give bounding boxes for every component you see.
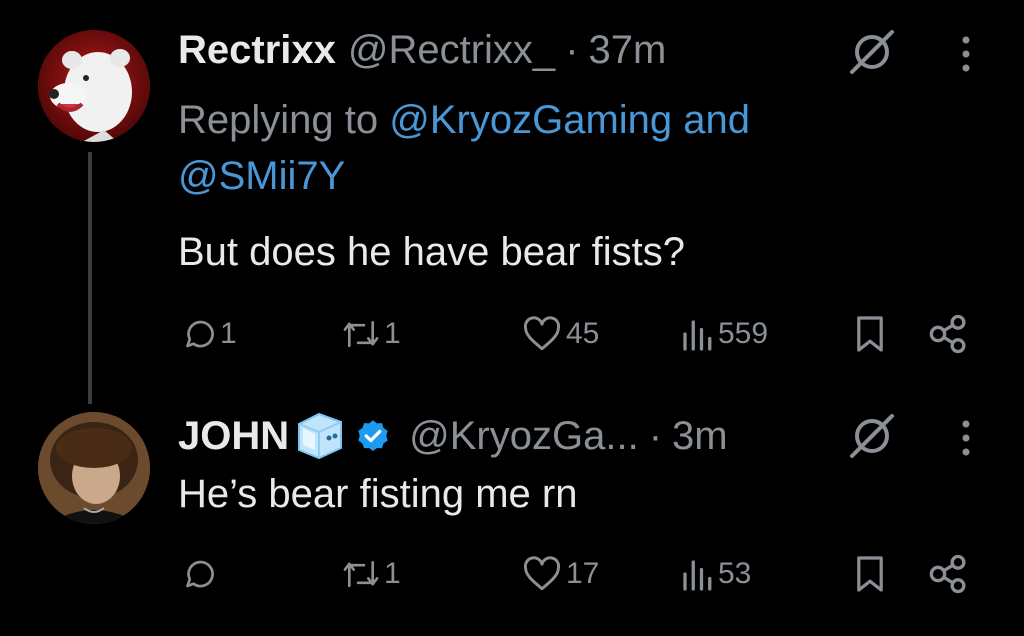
avatar-rectrixx[interactable] bbox=[38, 30, 150, 142]
reply-icon bbox=[186, 560, 214, 588]
separator-dot: · bbox=[648, 413, 663, 458]
reply-button[interactable] bbox=[180, 556, 220, 592]
tweet-header: JOHN @KryozGa... · 3m bbox=[178, 412, 728, 460]
replying-joiner: and bbox=[683, 98, 751, 142]
avatar-john[interactable] bbox=[38, 412, 150, 524]
mention-link[interactable]: @KryozGaming bbox=[389, 98, 672, 142]
thread-connector-line bbox=[88, 152, 92, 404]
tweet-text: He’s bear fisting me rn bbox=[178, 472, 578, 516]
retweet-count: 1 bbox=[384, 557, 401, 590]
replying-to: Replying to @KryozGaming and @SMii7Y bbox=[178, 92, 938, 204]
like-count: 17 bbox=[566, 557, 600, 590]
share-icon[interactable] bbox=[926, 554, 970, 594]
retweet-button[interactable]: 1 bbox=[342, 556, 401, 592]
replying-prefix: Replying to bbox=[178, 98, 379, 142]
views-icon bbox=[683, 320, 712, 351]
retweet-icon bbox=[343, 320, 379, 348]
views-icon bbox=[683, 560, 712, 591]
polar-bear-avatar-icon bbox=[38, 30, 150, 142]
bookmark-icon[interactable] bbox=[854, 314, 886, 354]
retweet-icon bbox=[343, 560, 379, 588]
tweet-text: But does he have bear fists? bbox=[178, 230, 685, 274]
separator-dot: · bbox=[565, 27, 579, 72]
mention-link[interactable]: @SMii7Y bbox=[178, 154, 345, 198]
like-button[interactable]: 45 bbox=[522, 316, 599, 352]
timestamp[interactable]: 3m bbox=[672, 414, 728, 459]
retweet-count: 1 bbox=[384, 317, 401, 350]
grok-icon[interactable] bbox=[848, 28, 896, 76]
like-count: 45 bbox=[566, 317, 600, 350]
grok-icon[interactable] bbox=[848, 412, 896, 460]
bookmark-icon[interactable] bbox=[854, 554, 886, 594]
views-button[interactable]: 53 bbox=[680, 556, 751, 592]
retweet-button[interactable]: 1 bbox=[342, 316, 401, 352]
display-name[interactable]: JOHN bbox=[178, 414, 289, 459]
tweet-header: Rectrixx @Rectrixx_ · 37m bbox=[178, 26, 666, 74]
handle[interactable]: @KryozGa... bbox=[409, 414, 639, 459]
handle[interactable]: @Rectrixx_ bbox=[348, 28, 555, 73]
like-icon bbox=[523, 316, 561, 351]
user-photo-avatar-icon bbox=[38, 412, 150, 524]
views-count: 559 bbox=[718, 317, 769, 350]
reply-count: 1 bbox=[220, 317, 237, 350]
ice-cube-icon bbox=[298, 412, 343, 460]
more-options-icon[interactable] bbox=[958, 34, 974, 74]
views-count: 53 bbox=[718, 557, 752, 590]
verified-badge-icon bbox=[358, 420, 388, 452]
timestamp[interactable]: 37m bbox=[589, 28, 667, 73]
reply-icon bbox=[186, 320, 214, 348]
display-name[interactable]: Rectrixx bbox=[178, 28, 336, 73]
share-icon[interactable] bbox=[926, 314, 970, 354]
more-options-icon[interactable] bbox=[958, 418, 974, 458]
like-button[interactable]: 17 bbox=[522, 556, 599, 592]
views-button[interactable]: 559 bbox=[680, 316, 768, 352]
like-icon bbox=[523, 556, 561, 591]
reply-button[interactable]: 1 bbox=[180, 316, 237, 352]
